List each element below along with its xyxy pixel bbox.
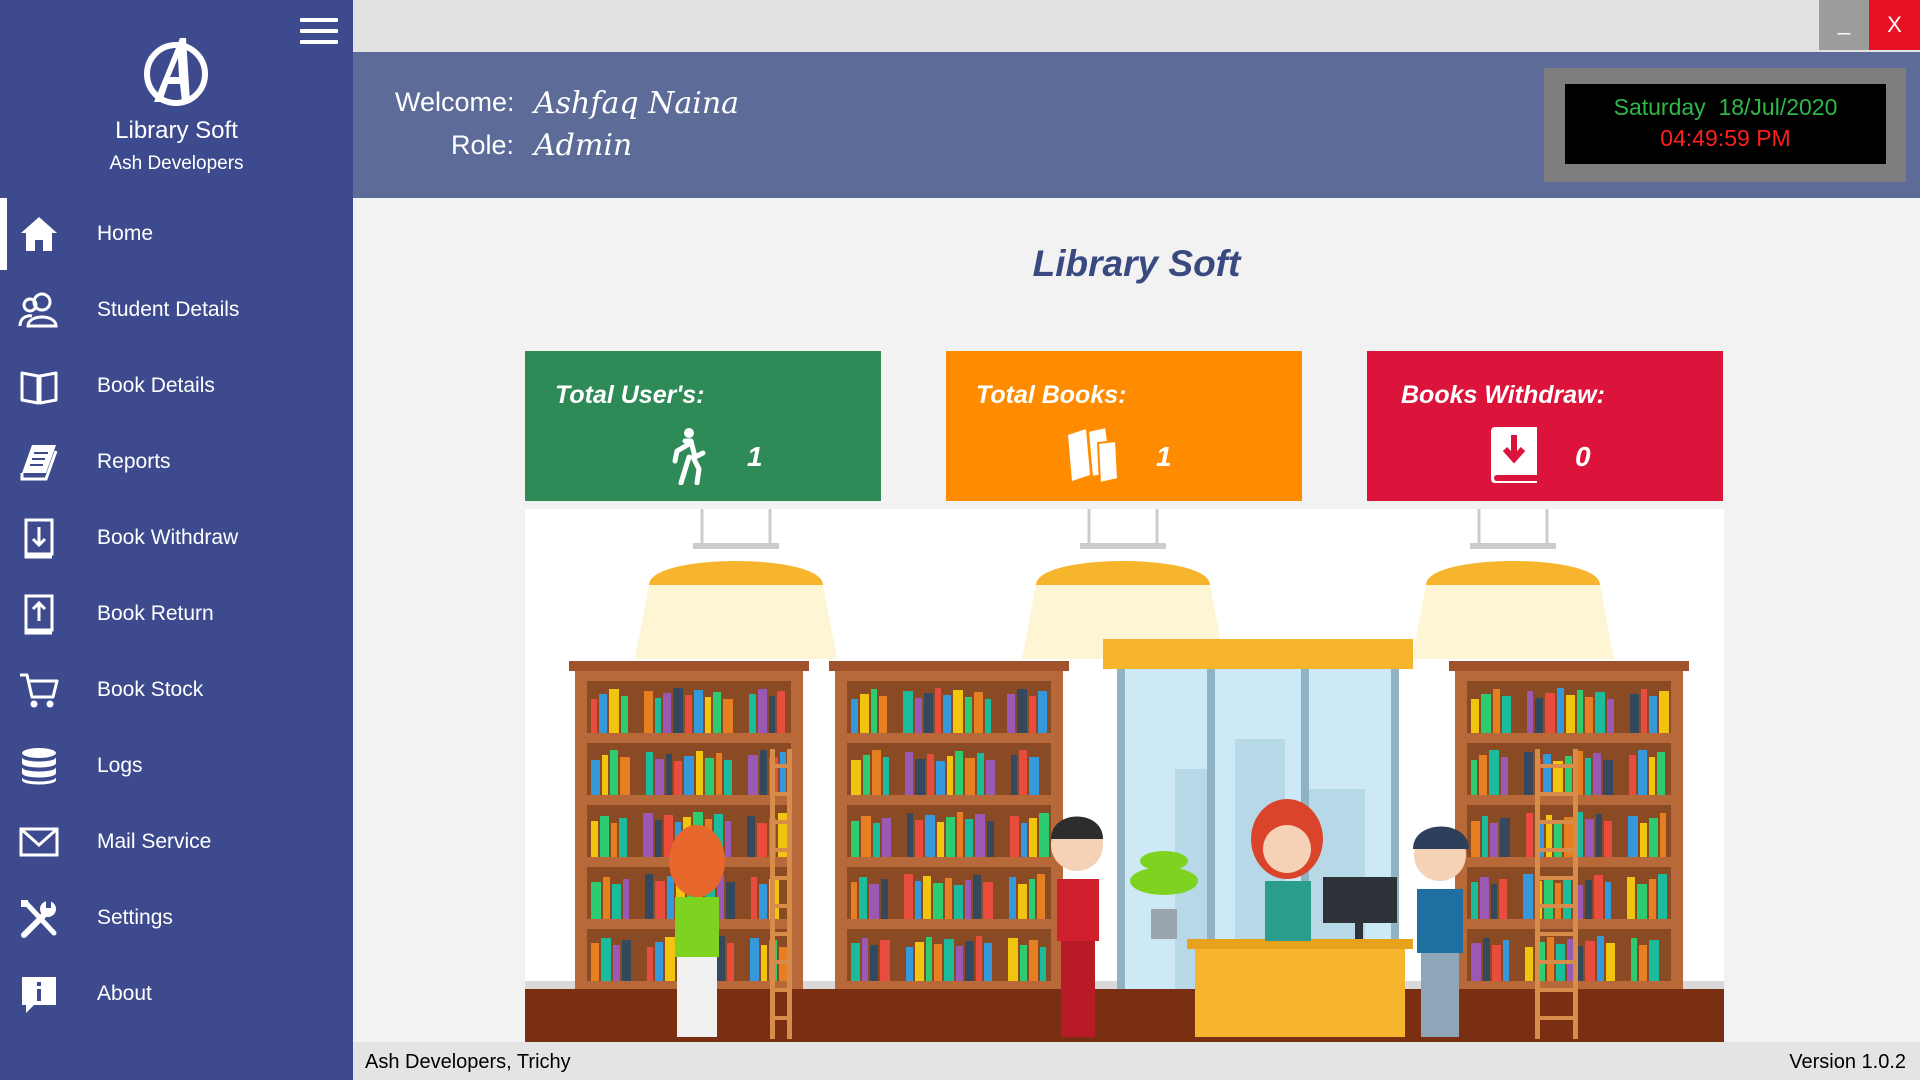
- sidebar-item-label: Settings: [97, 906, 173, 929]
- cart-icon: [16, 667, 62, 713]
- sidebar-item-reports[interactable]: Reports: [0, 424, 353, 500]
- library-window: [1103, 639, 1413, 989]
- footer-company: Ash Developers, Trichy: [365, 1051, 571, 1073]
- book-return-icon: [16, 591, 62, 637]
- status-bar: Ash Developers, Trichy Version 1.0.2: [353, 1042, 1920, 1080]
- open-book-icon: [16, 363, 62, 409]
- mail-icon: [16, 819, 62, 865]
- sidebar-item-label: Book Return: [97, 602, 214, 625]
- sidebar-item-label: Book Details: [97, 374, 215, 397]
- sidebar-item-label: Student Details: [97, 298, 240, 321]
- clock-panel: Saturday 18/Jul/2020 04:49:59 PM: [1544, 68, 1906, 182]
- total-users-card: Total User's: 1: [525, 351, 881, 501]
- card-title: Total User's:: [555, 381, 705, 409]
- role-value: Admin: [534, 128, 633, 163]
- sidebar-item-mail-service[interactable]: Mail Service: [0, 804, 353, 880]
- sidebar-item-label: About: [97, 982, 152, 1005]
- sidebar-item-settings[interactable]: Settings: [0, 880, 353, 956]
- role-label: Role:: [451, 130, 515, 160]
- total-books-card: Total Books: 1: [946, 351, 1302, 501]
- clock-date: Saturday 18/Jul/2020: [1613, 94, 1838, 120]
- books-withdraw-value: 0: [1575, 441, 1591, 472]
- sidebar-item-label: Home: [97, 222, 154, 245]
- welcome-user-name: Ashfaq Naina: [534, 86, 740, 121]
- page-title: Library Soft: [1032, 243, 1241, 284]
- sidebar-item-label: Reports: [97, 450, 171, 473]
- hamburger-menu-icon[interactable]: [296, 14, 342, 50]
- welcome-label: Welcome:: [395, 87, 515, 117]
- person-reader-left: [669, 825, 725, 1037]
- sidebar-item-book-return[interactable]: Book Return: [0, 576, 353, 652]
- app-name: Library Soft: [115, 117, 238, 144]
- sidebar-item-label: Book Stock: [97, 678, 204, 701]
- app-logo: [144, 38, 208, 106]
- sidebar-item-student-details[interactable]: Student Details: [0, 272, 353, 348]
- tools-icon: [16, 895, 62, 941]
- footer-version: Version 1.0.2: [1789, 1051, 1906, 1073]
- home-icon: [16, 211, 62, 257]
- title-bar: [353, 0, 1920, 52]
- clock-time: 04:49:59 PM: [1660, 125, 1791, 151]
- book-download-icon: [1491, 427, 1537, 483]
- total-books-value: 1: [1156, 441, 1172, 472]
- sidebar-item-book-details[interactable]: Book Details: [0, 348, 353, 424]
- sidebar-item-home[interactable]: Home: [0, 196, 353, 272]
- library-illustration: [525, 509, 1724, 1042]
- sidebar-item-about[interactable]: About: [0, 956, 353, 1032]
- card-title: Books Withdraw:: [1401, 381, 1605, 409]
- clock-display: Saturday 18/Jul/2020 04:49:59 PM: [1565, 84, 1886, 164]
- report-icon: [16, 439, 62, 485]
- users-icon: [16, 287, 62, 333]
- total-users-value: 1: [747, 441, 763, 472]
- sidebar: Library Soft Ash Developers Home Student…: [0, 0, 353, 1080]
- sidebar-item-book-stock[interactable]: Book Stock: [0, 652, 353, 728]
- books-withdraw-card: Books Withdraw: 0: [1367, 351, 1723, 501]
- company-name: Ash Developers: [109, 153, 244, 174]
- close-button[interactable]: X: [1869, 0, 1920, 50]
- walking-person-icon: [672, 428, 706, 485]
- books-icon: [1068, 425, 1120, 485]
- sidebar-item-label: Logs: [97, 754, 143, 777]
- info-icon: [16, 971, 62, 1017]
- sidebar-item-label: Book Withdraw: [97, 526, 239, 549]
- card-title: Total Books:: [976, 381, 1127, 409]
- minimize-button[interactable]: _: [1819, 0, 1869, 50]
- sidebar-item-logs[interactable]: Logs: [0, 728, 353, 804]
- sidebar-item-book-withdraw[interactable]: Book Withdraw: [0, 500, 353, 576]
- database-icon: [16, 743, 62, 789]
- sidebar-item-label: Mail Service: [97, 830, 212, 853]
- book-withdraw-icon: [16, 515, 62, 561]
